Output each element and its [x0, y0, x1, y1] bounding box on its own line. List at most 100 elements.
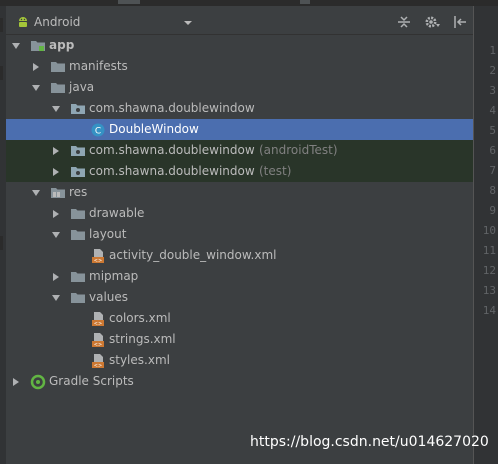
editor-tab-fragment[interactable] — [300, 0, 310, 4]
tree-row-label: Gradle Scripts — [49, 374, 134, 388]
tree-row-suffix: (androidTest) — [259, 143, 338, 157]
module-folder-icon — [30, 38, 46, 54]
tool-window-button[interactable] — [0, 236, 3, 250]
tree-row[interactable]: <> strings.xml — [6, 329, 473, 350]
line-number: 13 — [482, 284, 496, 297]
view-selector-label: Android — [34, 15, 81, 29]
android-icon — [16, 15, 30, 29]
project-panel: Android app manifests java com.shawna.doubl… — [6, 6, 473, 464]
line-number: 6 — [489, 144, 496, 157]
tree-row[interactable]: C DoubleWindow — [6, 119, 473, 140]
expand-arrow-right-icon[interactable] — [51, 166, 61, 176]
editor-tab-fragment[interactable] — [118, 0, 140, 4]
tree-row-label: activity_double_window.xml — [109, 248, 277, 262]
tree-row[interactable]: <> styles.xml — [6, 350, 473, 371]
line-number: 10 — [482, 224, 496, 237]
tree-row[interactable]: drawable — [6, 203, 473, 224]
expand-arrow-right-icon[interactable] — [51, 208, 61, 218]
tree-row[interactable]: <> activity_double_window.xml — [6, 245, 473, 266]
svg-text:<>: <> — [94, 258, 102, 264]
xml-file-icon: <> — [90, 332, 106, 348]
tree-row[interactable]: com.shawna.doublewindow (test) — [6, 161, 473, 182]
tree-row-label: res — [69, 185, 88, 199]
tree-row[interactable]: manifests — [6, 56, 473, 77]
line-number: 3 — [489, 84, 496, 97]
folder-icon — [70, 227, 86, 243]
tree-row[interactable]: com.shawna.doublewindow (androidTest) — [6, 140, 473, 161]
tree-row[interactable]: <> colors.xml — [6, 308, 473, 329]
tree-row[interactable]: com.shawna.doublewindow — [6, 98, 473, 119]
xml-file-icon: <> — [90, 311, 106, 327]
folder-icon — [70, 269, 86, 285]
tree-row[interactable]: mipmap — [6, 266, 473, 287]
line-number: 2 — [489, 64, 496, 77]
package-icon — [70, 101, 86, 117]
tree-row-label: manifests — [69, 59, 128, 73]
tool-window-button[interactable] — [0, 66, 3, 80]
view-selector-dropdown[interactable]: Android — [9, 12, 199, 32]
folder-icon — [70, 290, 86, 306]
line-number: 1 — [489, 44, 496, 57]
line-number: 14 — [482, 304, 496, 317]
svg-text:<>: <> — [94, 363, 102, 369]
folder-icon — [50, 80, 66, 96]
tree-row-suffix: (test) — [259, 164, 292, 178]
tree-row[interactable]: java — [6, 77, 473, 98]
editor-gutter: 1 2 3 4 5 6 7 8 9 10 11 12 13 14 — [473, 6, 498, 464]
tree-row-label: values — [89, 290, 129, 304]
tree-row-label: app — [49, 38, 75, 52]
expand-arrow-right-icon[interactable] — [51, 271, 61, 281]
settings-gear-icon[interactable] — [424, 14, 440, 30]
gradle-icon — [30, 374, 46, 390]
tree-row-label: com.shawna.doublewindow — [89, 143, 255, 157]
tool-window-button[interactable] — [0, 18, 3, 32]
tree-row-label: drawable — [89, 206, 145, 220]
folder-icon — [70, 206, 86, 222]
package-icon — [70, 164, 86, 180]
tree-row[interactable]: app — [6, 35, 473, 56]
resource-folder-icon — [50, 185, 66, 201]
expand-arrow-down-icon[interactable] — [31, 187, 41, 197]
svg-text:<>: <> — [94, 321, 102, 327]
xml-file-icon: <> — [90, 353, 106, 369]
expand-arrow-down-icon[interactable] — [31, 82, 41, 92]
project-toolbar: Android — [6, 10, 473, 35]
hide-panel-icon[interactable] — [452, 14, 468, 30]
tree-row-label: strings.xml — [109, 332, 176, 346]
expand-arrow-right-icon[interactable] — [51, 145, 61, 155]
svg-text:C: C — [95, 127, 101, 137]
tree-row-label: layout — [89, 227, 127, 241]
folder-icon — [50, 59, 66, 75]
xml-file-icon: <> — [90, 248, 106, 264]
package-icon — [70, 143, 86, 159]
tree-row[interactable]: Gradle Scripts — [6, 371, 473, 392]
expand-arrow-right-icon[interactable] — [31, 61, 41, 71]
expand-arrow-down-icon[interactable] — [51, 229, 61, 239]
line-number: 4 — [489, 104, 496, 117]
tree-row[interactable]: res — [6, 182, 473, 203]
tree-row-label: java — [69, 80, 95, 94]
line-number: 12 — [482, 264, 496, 277]
line-number: 8 — [489, 184, 496, 197]
dropdown-arrow-icon — [183, 17, 193, 27]
class-icon: C — [90, 122, 106, 138]
tree-row-label: com.shawna.doublewindow — [89, 101, 255, 115]
tree-row[interactable]: values — [6, 287, 473, 308]
line-number: 5 — [489, 124, 496, 137]
svg-text:<>: <> — [94, 342, 102, 348]
expand-arrow-down-icon[interactable] — [51, 292, 61, 302]
line-number: 7 — [489, 164, 496, 177]
tree-row-label: colors.xml — [109, 311, 171, 325]
tree-row-label: com.shawna.doublewindow — [89, 164, 255, 178]
line-number: 11 — [482, 244, 496, 257]
tree-row-label: DoubleWindow — [109, 122, 199, 136]
expand-arrow-down-icon[interactable] — [11, 40, 21, 50]
tree-row-label: styles.xml — [109, 353, 170, 367]
tree-row-label: mipmap — [89, 269, 139, 283]
tree-row[interactable]: layout — [6, 224, 473, 245]
watermark-text: https://blog.csdn.net/u014627020 — [250, 434, 489, 450]
expand-arrow-down-icon[interactable] — [51, 103, 61, 113]
line-number: 9 — [489, 204, 496, 217]
collapse-all-icon[interactable] — [396, 14, 412, 30]
expand-arrow-right-icon[interactable] — [11, 376, 21, 386]
